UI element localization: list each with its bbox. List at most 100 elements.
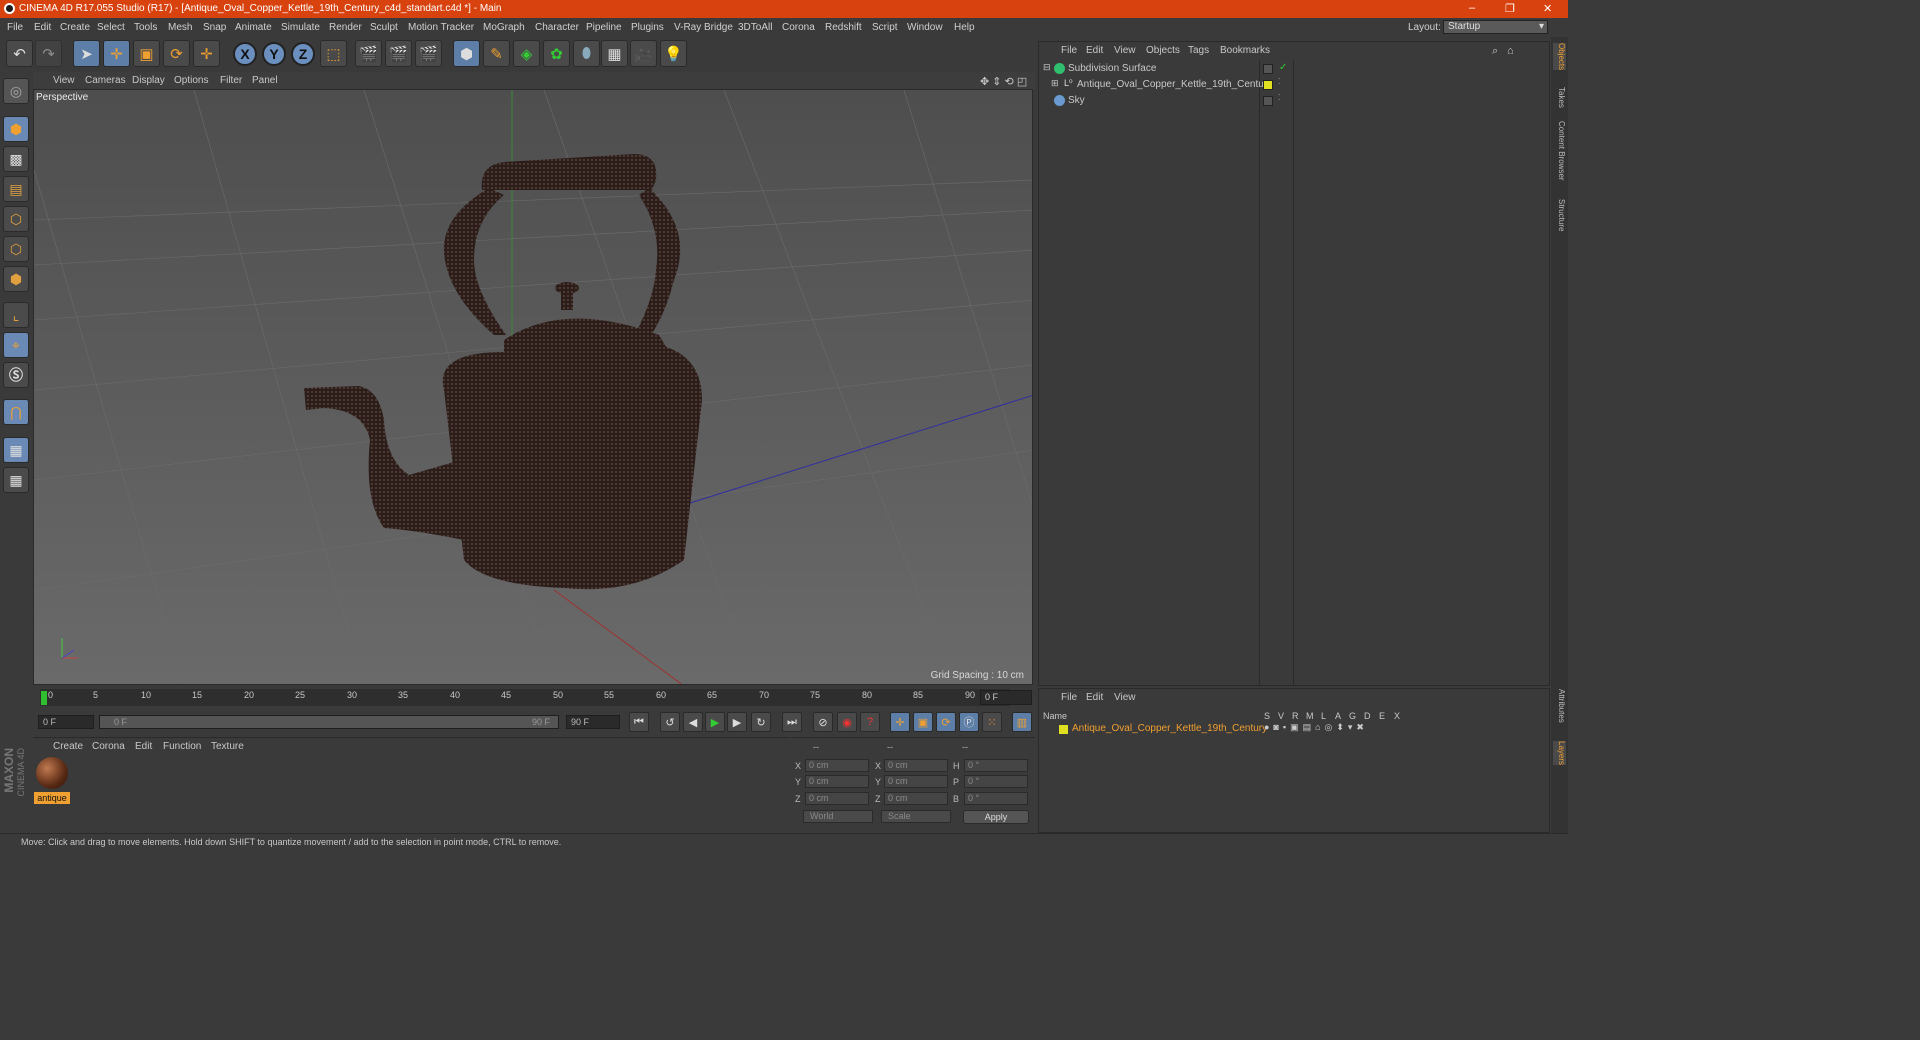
enabled-check-icon[interactable]: ✓ <box>1279 62 1287 73</box>
apply-button[interactable]: Apply <box>963 810 1029 824</box>
key-pla-button[interactable]: ⁙ <box>982 712 1002 732</box>
menu-simulate[interactable]: Simulate <box>281 22 320 33</box>
perspective-viewport[interactable]: Perspective Grid Spacing : 10 cm <box>33 89 1033 685</box>
viewport-menu-filter[interactable]: Filter <box>220 75 242 86</box>
keyframe-selection-button[interactable]: ⊘ <box>813 712 833 732</box>
menu-render[interactable]: Render <box>329 22 362 33</box>
autokey-button[interactable]: ? <box>860 712 880 732</box>
menu-help[interactable]: Help <box>954 22 975 33</box>
camera-button[interactable]: 🎥 <box>630 40 657 67</box>
timeline[interactable]: 0 5 10 15 20 25 30 35 40 45 50 55 60 65 … <box>33 687 1035 709</box>
object-menu-edit[interactable]: Edit <box>1086 45 1103 56</box>
expand-icon[interactable]: ⊞ <box>1051 78 1059 89</box>
edit-render-settings-button[interactable]: 🎬 <box>415 40 442 67</box>
material-menu-function[interactable]: Function <box>163 741 201 752</box>
menu-select[interactable]: Select <box>97 22 125 33</box>
menu-script[interactable]: Script <box>872 22 898 33</box>
viewport-menu-panel[interactable]: Panel <box>252 75 278 86</box>
previous-frame-button[interactable]: ◀ <box>683 712 703 732</box>
move-button[interactable]: ✛ <box>103 40 130 67</box>
key-rotation-button[interactable]: ⟳ <box>936 712 956 732</box>
menu-motion-tracker[interactable]: Motion Tracker <box>408 22 474 33</box>
visibility-dots-icon[interactable]: ⁚ <box>1278 77 1281 86</box>
minimize-button[interactable]: – <box>1469 2 1475 14</box>
timeline-playhead[interactable] <box>41 691 47 705</box>
render-view-button[interactable]: 🎬 <box>355 40 382 67</box>
rotation-b-field[interactable]: 0 ° <box>964 792 1028 805</box>
tab-content-browser[interactable]: Content Browser <box>1553 121 1566 181</box>
tab-layers[interactable]: Layers <box>1553 741 1566 766</box>
subdivision-button[interactable]: ◈ <box>513 40 540 67</box>
menu-animate[interactable]: Animate <box>235 22 272 33</box>
rotation-p-field[interactable]: 0 ° <box>964 775 1028 788</box>
current-frame-field[interactable]: 0 F <box>980 690 1032 705</box>
start-frame-field[interactable]: 0 F <box>38 715 94 729</box>
floor-button[interactable]: ▦ <box>601 40 628 67</box>
collapse-icon[interactable]: ⊟ <box>1043 62 1051 73</box>
size-z-field[interactable]: 0 cm <box>884 792 948 805</box>
scale-button[interactable]: ▣ <box>133 40 160 67</box>
layer-menu-view[interactable]: View <box>1114 692 1136 703</box>
material-menu-corona[interactable]: Corona <box>92 741 125 752</box>
live-selection-button[interactable]: ➤ <box>73 40 100 67</box>
menu-3dtoall[interactable]: 3DToAll <box>738 22 772 33</box>
layer-color-swatch[interactable] <box>1059 725 1068 734</box>
timeline-window-button[interactable]: ▥ <box>1012 712 1032 732</box>
object-row-sky[interactable]: Sky ⁚ <box>1039 93 1549 109</box>
y-axis-button[interactable]: Y <box>262 42 286 66</box>
rotate-button[interactable]: ⟳ <box>163 40 190 67</box>
timeline-ruler[interactable]: 0 5 10 15 20 25 30 35 40 45 50 55 60 65 … <box>40 689 1010 706</box>
snap-button[interactable]: Ⓢ <box>3 362 29 388</box>
coordinate-mode-dropdown[interactable]: World <box>803 810 873 823</box>
position-x-field[interactable]: 0 cm <box>805 759 869 772</box>
recent-tool-button[interactable]: ✛ <box>193 40 220 67</box>
tab-structure[interactable]: Structure <box>1553 199 1566 231</box>
planar-workplane-button[interactable]: ▦ <box>3 467 29 493</box>
cube-button[interactable]: ⬢ <box>453 40 480 67</box>
size-y-field[interactable]: 0 cm <box>884 775 948 788</box>
layout-dropdown[interactable]: Startup ▾ <box>1443 20 1548 34</box>
mograph-cloner-button[interactable]: ✿ <box>543 40 570 67</box>
material-menu-create[interactable]: Create <box>53 741 83 752</box>
layer-flag-icons[interactable]: ●◙▪▣▤⌂◎⬍▾✖ <box>1264 722 1368 733</box>
menu-corona[interactable]: Corona <box>782 22 815 33</box>
layer-menu-file[interactable]: File <box>1061 692 1077 703</box>
size-mode-dropdown[interactable]: Scale <box>881 810 951 823</box>
points-mode-button[interactable]: ⬡ <box>3 206 29 232</box>
visibility-flag[interactable] <box>1263 64 1273 74</box>
menu-sculpt[interactable]: Sculpt <box>370 22 398 33</box>
redo-button[interactable]: ↷ <box>35 40 62 67</box>
viewport-menu-view[interactable]: View <box>53 75 75 86</box>
size-x-field[interactable]: 0 cm <box>884 759 948 772</box>
visibility-flag[interactable] <box>1263 96 1273 106</box>
layer-color-flag[interactable] <box>1263 80 1273 90</box>
menu-snap[interactable]: Snap <box>203 22 226 33</box>
object-menu-bookmarks[interactable]: Bookmarks <box>1220 45 1270 56</box>
previous-key-button[interactable]: ↺ <box>660 712 680 732</box>
go-to-start-button[interactable]: ⏮ <box>629 712 649 732</box>
object-row-kettle[interactable]: ⊞ L⁰ Antique_Oval_Copper_Kettle_19th_Cen… <box>1039 77 1549 93</box>
key-parameter-button[interactable]: Ⓟ <box>959 712 979 732</box>
texture-mode-button[interactable]: ▩ <box>3 146 29 172</box>
end-frame-field[interactable]: 90 F <box>566 715 620 729</box>
menu-mograph[interactable]: MoGraph <box>483 22 525 33</box>
object-menu-objects[interactable]: Objects <box>1146 45 1180 56</box>
tweak-mode-button[interactable]: ⌖ <box>3 332 29 358</box>
layer-menu-edit[interactable]: Edit <box>1086 692 1103 703</box>
layer-row[interactable]: Antique_Oval_Copper_Kettle_19th_Century … <box>1039 722 1549 736</box>
menu-file[interactable]: File <box>7 22 23 33</box>
material-menu-edit[interactable]: Edit <box>135 741 152 752</box>
undo-button[interactable]: ↶ <box>6 40 33 67</box>
search-icon[interactable]: ⌕ <box>1492 45 1498 58</box>
menu-plugins[interactable]: Plugins <box>631 22 664 33</box>
make-editable-button[interactable]: ◎ <box>3 78 29 104</box>
axis-mode-button[interactable]: ⌞ <box>3 302 29 328</box>
tab-attributes[interactable]: Attributes <box>1553 689 1566 723</box>
visibility-dots-icon[interactable]: ⁚ <box>1278 93 1281 102</box>
material-preview[interactable] <box>36 757 68 789</box>
tab-takes[interactable]: Takes <box>1553 87 1566 108</box>
coordinate-system-button[interactable]: ⬚ <box>320 40 347 67</box>
workplane-button[interactable]: ▤ <box>3 176 29 202</box>
position-y-field[interactable]: 0 cm <box>805 775 869 788</box>
model-mode-button[interactable]: ⬢ <box>3 116 29 142</box>
